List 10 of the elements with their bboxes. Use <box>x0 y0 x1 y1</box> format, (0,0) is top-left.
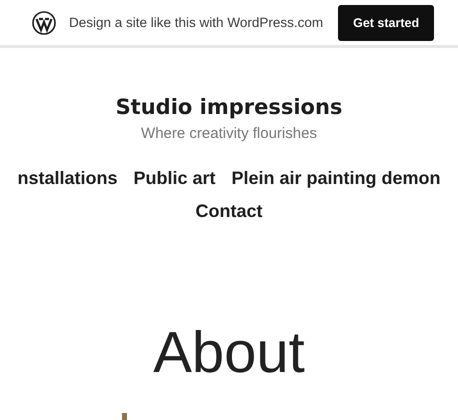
banner-text: Design a site like this with WordPress.com <box>69 15 324 30</box>
site-title[interactable]: Studio impressions <box>116 95 342 119</box>
nav-link[interactable]: Plein air painting demon <box>232 168 441 189</box>
site-tagline: Where creativity flourishes <box>141 125 317 142</box>
nav-link[interactable]: Public art <box>133 168 216 189</box>
nav-link[interactable]: nstallations <box>17 168 118 189</box>
get-started-button[interactable]: Get started <box>338 4 434 40</box>
nav-link[interactable]: Contact <box>196 201 262 222</box>
wordpress-logo-icon <box>32 10 56 34</box>
page-heading: About <box>153 321 305 385</box>
